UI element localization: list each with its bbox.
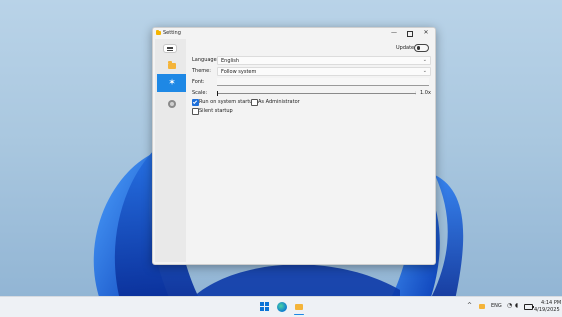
tray-overflow-chevron-icon[interactable]: ^: [467, 302, 472, 309]
run-on-startup-label[interactable]: Run on system startup: [199, 99, 256, 105]
scale-slider-thumb[interactable]: [217, 90, 219, 96]
input-language-indicator[interactable]: ENG: [491, 303, 502, 309]
folder-icon: [295, 304, 303, 310]
clock-date[interactable]: 4/19/2025: [534, 307, 560, 313]
silent-startup-label[interactable]: Silent startup: [199, 108, 233, 114]
edge-browser-icon[interactable]: [277, 302, 287, 312]
update-toggle[interactable]: [414, 44, 429, 52]
menu-toggle-button[interactable]: [163, 44, 177, 53]
app-folder-icon: [156, 30, 161, 35]
settings-window: Setting — ✕ ✶ Update Language: English ⌄…: [152, 27, 436, 265]
settings-content: Update Language: English ⌄ Theme: Follow…: [186, 39, 434, 262]
sidebar-item-about[interactable]: [157, 95, 186, 113]
font-label: Font:: [192, 79, 205, 85]
hamburger-line: [167, 49, 173, 51]
sidebar: ✶: [155, 39, 186, 262]
theme-label: Theme:: [192, 68, 211, 74]
theme-icon: ✶: [168, 78, 176, 88]
start-button[interactable]: [260, 302, 270, 312]
scale-value: 1.0x: [420, 90, 431, 96]
taskbar: ^ ENG ◔ ◖ 4:14 PM 4/19/2025: [0, 296, 562, 317]
language-label: Language:: [192, 57, 219, 63]
info-icon: [168, 100, 176, 108]
scale-slider-ticks: [217, 91, 416, 95]
language-value: English: [221, 57, 240, 64]
as-administrator-checkbox[interactable]: [251, 99, 258, 106]
minimize-button[interactable]: —: [386, 29, 402, 37]
wifi-icon[interactable]: ◔: [507, 302, 512, 309]
close-button[interactable]: ✕: [418, 29, 434, 37]
update-label: Update: [396, 45, 415, 51]
maximize-button[interactable]: [402, 29, 418, 37]
clock-time[interactable]: 4:14 PM: [541, 300, 561, 306]
active-app-indicator: [294, 314, 304, 316]
title-bar[interactable]: Setting — ✕: [153, 28, 435, 39]
theme-select[interactable]: Follow system ⌄: [217, 67, 431, 76]
silent-startup-checkbox[interactable]: [192, 108, 199, 115]
sidebar-item-appearance[interactable]: ✶: [157, 74, 186, 92]
run-on-startup-checkbox[interactable]: [192, 99, 199, 106]
battery-icon[interactable]: [524, 304, 534, 310]
tray-app-icon[interactable]: [479, 304, 485, 309]
language-select[interactable]: English ⌄: [217, 56, 431, 65]
taskbar-app-button[interactable]: [294, 302, 304, 312]
theme-value: Follow system: [221, 68, 257, 75]
as-administrator-label[interactable]: As Administrator: [258, 99, 300, 105]
chevron-down-icon: ⌄: [422, 57, 427, 63]
volume-icon[interactable]: ◖: [515, 302, 518, 309]
scale-label: Scale:: [192, 90, 208, 96]
window-title: Setting: [163, 30, 181, 36]
windows-logo-icon: [260, 302, 264, 306]
chevron-down-icon: ⌄: [422, 68, 427, 74]
folder-icon: [168, 61, 176, 69]
maximize-icon: [407, 31, 413, 37]
font-input[interactable]: [217, 78, 429, 86]
